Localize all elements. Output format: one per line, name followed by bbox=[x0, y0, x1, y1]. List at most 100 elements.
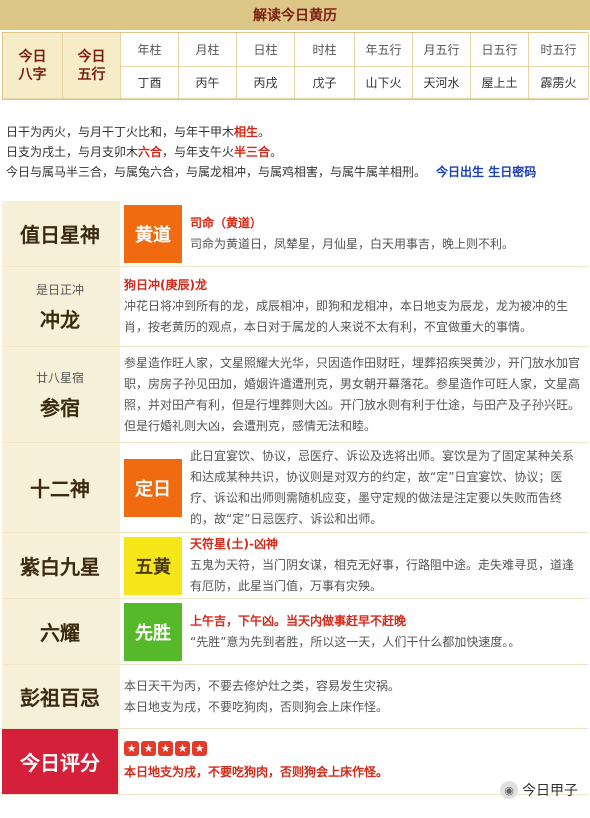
star-icon: ★ bbox=[175, 740, 190, 756]
row-body-text: 五鬼为天符，当门阴女谋，相克无好事，行路阻中途。走失难寻觅，道逢有厄防，此星当门… bbox=[190, 558, 575, 593]
row-duty-star: 值日星神 黄道 司命（黄道） 司命为黄道日，凤辇星，月仙星，白天用事吉，晚上则不… bbox=[2, 201, 588, 267]
row-label: 十二神 bbox=[2, 443, 118, 532]
row-body-text: 此日宜宴饮、协议，忌医疗、诉讼及选将出师。宴饮是为了固定某种关系和达成某种共识，… bbox=[190, 448, 575, 526]
row-content: 本日天干为丙，不要去修炉灶之类，容易发生灾祸。 本日地支为戌，不要吃狗肉，否则狗… bbox=[118, 665, 588, 728]
row-text: 司命（黄道） 司命为黄道日，凤辇星，月仙星，白天用事吉，晚上则不利。 bbox=[190, 213, 514, 255]
brand-watermark: ◉ 今日甲子 bbox=[500, 780, 578, 800]
wuxing-head: 月五行 bbox=[413, 33, 471, 67]
badge: 黄道 bbox=[124, 204, 182, 263]
wuxing-val: 山下火 bbox=[355, 67, 413, 99]
desc-text: 今日与属马半三合，与属兔六合，与属龙相冲，与属鸡相害，与属牛属羊相刑。 bbox=[6, 165, 427, 179]
row-label-text: 十二神 bbox=[30, 477, 90, 501]
desc-text: 日干为丙火，与月干丁火比和，与年干甲木 bbox=[6, 125, 235, 139]
row-label-small: 廿八星宿 bbox=[35, 370, 84, 385]
pillar-head: 月柱 bbox=[179, 33, 237, 67]
bazi-right-label-1: 今日 bbox=[77, 48, 106, 65]
row-content: 狗日冲(庚辰)龙 冲花日将冲到所有的龙，成辰相冲，即狗和龙相冲，本日地支为辰龙，… bbox=[118, 267, 588, 346]
row-text: ★ ★ ★ ★ ★ 本日地支为戌，不要吃狗肉，否则狗会上床作怪。 bbox=[124, 740, 389, 783]
row-content: 五黄 天符星(土)-凶神 五鬼为天符，当门阴女谋，相克无好事，行路阻中途。走失难… bbox=[118, 533, 588, 598]
score-label: 今日评分 bbox=[2, 729, 118, 794]
row-content: 黄道 司命（黄道） 司命为黄道日，凤辇星，月仙星，白天用事吉，晚上则不利。 bbox=[118, 201, 588, 266]
row-red-text: 司命（黄道） bbox=[190, 215, 263, 230]
star-icon: ★ bbox=[124, 740, 139, 756]
rating-stars: ★ ★ ★ ★ ★ bbox=[124, 740, 388, 756]
row-body-text: 本日地支为戌，不要吃狗肉，否则狗会上床作怪。 bbox=[124, 699, 389, 714]
wuxing-head: 日五行 bbox=[471, 33, 529, 67]
wuxing-head: 时五行 bbox=[529, 33, 589, 67]
row-nine-stars: 紫白九星 五黄 天符星(土)-凶神 五鬼为天符，当门阴女谋，相克无好事，行路阻中… bbox=[2, 533, 588, 599]
row-label-text: 今日评分 bbox=[20, 751, 100, 775]
row-body-text: 本日天干为丙，不要去修炉灶之类，容易发生灾祸。 bbox=[124, 678, 401, 693]
bazi-right-label: 今日 五行 bbox=[63, 33, 121, 99]
star-icon: ★ bbox=[158, 740, 173, 756]
title-bar: 解读今日黄历 bbox=[0, 0, 590, 30]
pillar-head: 时柱 bbox=[295, 33, 355, 67]
row-label-text: 参宿 bbox=[40, 395, 80, 420]
row-mansion: 廿八星宿 参宿 参星造作旺人家，文星照耀大光华，只因造作田财旺，埋葬招疾哭黄沙，… bbox=[2, 347, 588, 443]
star-icon: ★ bbox=[141, 740, 156, 756]
pillar-val: 戊子 bbox=[295, 67, 355, 99]
desc-text: 。 bbox=[258, 125, 271, 139]
row-body-text: 司命为黄道日，凤辇星，月仙星，白天用事吉，晚上则不利。 bbox=[190, 236, 515, 251]
desc-text: ，与年支午火 bbox=[162, 145, 235, 159]
almanac-rows: 值日星神 黄道 司命（黄道） 司命为黄道日，凤辇星，月仙星，白天用事吉，晚上则不… bbox=[2, 201, 588, 795]
row-label-text: 冲龙 bbox=[40, 307, 80, 332]
row-label-text: 值日星神 bbox=[20, 223, 100, 247]
desc-highlight: 相生 bbox=[234, 125, 259, 139]
desc-highlight: 半三合 bbox=[234, 145, 271, 159]
desc-highlight: 六合 bbox=[138, 145, 163, 159]
row-body-text: 参星造作旺人家，文星照耀大光华，只因造作田财旺，埋葬招疾哭黄沙，开门放水加官职，… bbox=[124, 355, 581, 433]
pillar-head: 日柱 bbox=[237, 33, 295, 67]
description: 日干为丙火，与月干丁火比和，与年干甲木相生。 日支为戌土，与月支卯木六合，与年支… bbox=[6, 122, 586, 182]
row-body-text: 冲花日将冲到所有的龙，成辰相冲，即狗和龙相冲，本日地支为辰龙，龙为被冲的生肖，按… bbox=[124, 299, 569, 334]
desc-line-1: 日干为丙火，与月干丁火比和，与年干甲木相生。 bbox=[6, 122, 586, 142]
page-title: 解读今日黄历 bbox=[253, 8, 337, 24]
row-label-text: 彭祖百忌 bbox=[20, 686, 100, 710]
row-twelve-gods: 十二神 定日 此日宜宴饮、协议，忌医疗、诉讼及选将出师。宴饮是为了固定某种关系和… bbox=[2, 443, 588, 533]
pillar-val: 丙午 bbox=[179, 67, 237, 99]
wechat-icon: ◉ bbox=[500, 781, 518, 799]
row-red-text: 天符星(土)-凶神 bbox=[190, 537, 278, 551]
wuxing-head: 年五行 bbox=[355, 33, 413, 67]
row-body-text: “先胜”意为先到者胜，所以这一天，人们干什么都加快速度。。 bbox=[190, 634, 521, 649]
pillar-val: 丙戌 bbox=[237, 67, 295, 99]
row-label: 六耀 bbox=[2, 599, 118, 664]
row-content: 定日 此日宜宴饮、协议，忌医疗、诉讼及选将出师。宴饮是为了固定某种关系和达成某种… bbox=[118, 443, 588, 532]
desc-text: 。 bbox=[270, 145, 283, 159]
badge: 先胜 bbox=[124, 602, 182, 661]
row-red-text: 上午吉，下午凶。当天内做事赶早不赶晚 bbox=[190, 613, 407, 628]
row-pengzu: 彭祖百忌 本日天干为丙，不要去修炉灶之类，容易发生灾祸。 本日地支为戌，不要吃狗… bbox=[2, 665, 588, 729]
row-clash: 是日正冲 冲龙 狗日冲(庚辰)龙 冲花日将冲到所有的龙，成辰相冲，即狗和龙相冲，… bbox=[2, 267, 588, 347]
row-label-small: 是日正冲 bbox=[35, 282, 84, 297]
brand-name: 今日甲子 bbox=[522, 783, 578, 799]
row-text: 上午吉，下午凶。当天内做事赶早不赶晚 “先胜”意为先到者胜，所以这一天，人们干什… bbox=[190, 611, 520, 653]
badge: 五黄 bbox=[124, 536, 182, 595]
row-red-text: 本日地支为戌，不要吃狗肉，否则狗会上床作怪。 bbox=[124, 764, 389, 779]
bazi-left-label-2: 八字 bbox=[18, 66, 47, 83]
bazi-table: 今日 八字 年柱 月柱 日柱 时柱 今日 五行 年五行 月五行 日五行 时五行 丁酉… bbox=[2, 32, 589, 100]
row-label: 廿八星宿 参宿 bbox=[2, 347, 118, 442]
row-text: 天符星(土)-凶神 五鬼为天符，当门阴女谋，相克无好事，行路阻中途。走失难寻觅，… bbox=[190, 534, 584, 597]
row-text: 本日天干为丙，不要去修炉灶之类，容易发生灾祸。 本日地支为戌，不要吃狗肉，否则狗… bbox=[124, 676, 400, 718]
row-label: 值日星神 bbox=[2, 201, 118, 266]
row-label-text: 紫白九星 bbox=[20, 555, 100, 579]
bazi-right-label-2: 五行 bbox=[77, 66, 106, 83]
desc-line-3: 今日与属马半三合，与属兔六合，与属龙相冲，与属鸡相害，与属牛属羊相刑。 今日出生 … bbox=[6, 162, 586, 182]
row-label: 彭祖百忌 bbox=[2, 665, 118, 728]
bazi-left-label: 今日 八字 bbox=[3, 33, 63, 99]
pillar-head: 年柱 bbox=[121, 33, 179, 67]
badge: 定日 bbox=[124, 458, 182, 517]
row-label: 是日正冲 冲龙 bbox=[2, 267, 118, 346]
wuxing-val: 霹雳火 bbox=[529, 67, 589, 99]
row-six-luminaries: 六耀 先胜 上午吉，下午凶。当天内做事赶早不赶晚 “先胜”意为先到者胜，所以这一… bbox=[2, 599, 588, 665]
star-icon: ★ bbox=[192, 740, 207, 756]
birthday-link[interactable]: 今日出生 生日密码 bbox=[436, 165, 536, 179]
pillar-val: 丁酉 bbox=[121, 67, 179, 99]
desc-text: 日支为戌土，与月支卯木 bbox=[6, 145, 139, 159]
row-red-text: 狗日冲(庚辰)龙 bbox=[124, 278, 207, 292]
row-label: 紫白九星 bbox=[2, 533, 118, 598]
row-text: 狗日冲(庚辰)龙 冲花日将冲到所有的龙，成辰相冲，即狗和龙相冲，本日地支为辰龙，… bbox=[124, 275, 584, 338]
bazi-left-label-1: 今日 bbox=[18, 48, 47, 65]
wuxing-val: 屋上土 bbox=[471, 67, 529, 99]
row-label-text: 六耀 bbox=[40, 621, 80, 645]
